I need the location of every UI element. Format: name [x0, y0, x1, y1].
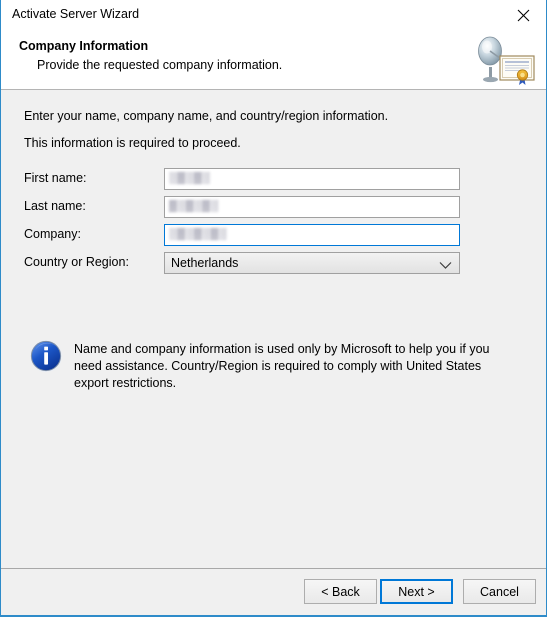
intro-text-1: Enter your name, company name, and count… — [24, 109, 389, 123]
wizard-body: Enter your name, company name, and count… — [1, 91, 546, 568]
page-subtitle: Provide the requested company informatio… — [37, 58, 283, 72]
country-dropdown[interactable]: Netherlands — [164, 252, 460, 274]
company-input[interactable]: ░▒░▒░▒░ — [164, 224, 460, 246]
intro-text-2: This information is required to proceed. — [24, 136, 241, 150]
back-button[interactable]: < Back — [304, 579, 377, 604]
title-bar: Activate Server Wizard — [1, 0, 546, 30]
satellite-dish-certificate-icon — [474, 34, 536, 86]
company-row: Company: ░▒░▒░▒░ — [24, 224, 524, 246]
wizard-footer: < Back Next > Cancel — [1, 568, 546, 615]
close-icon — [517, 9, 530, 22]
company-value: ░▒░▒░▒░ — [169, 228, 228, 240]
first-name-row: First name: ░▒░▒░ — [24, 168, 524, 190]
activate-server-wizard-window: Activate Server Wizard Company Informati… — [0, 0, 547, 617]
first-name-label: First name: — [24, 171, 87, 185]
last-name-input[interactable]: ▒░▒░▒░ — [164, 196, 460, 218]
last-name-value: ▒░▒░▒░ — [169, 200, 219, 212]
cancel-button[interactable]: Cancel — [463, 579, 536, 604]
last-name-label: Last name: — [24, 199, 86, 213]
country-label: Country or Region: — [24, 255, 129, 269]
next-button[interactable]: Next > — [380, 579, 453, 604]
country-selected-value: Netherlands — [171, 256, 239, 270]
last-name-row: Last name: ▒░▒░▒░ — [24, 196, 524, 218]
chevron-down-icon — [439, 259, 452, 273]
window-title: Activate Server Wizard — [12, 7, 140, 21]
first-name-input[interactable]: ░▒░▒░ — [164, 168, 460, 190]
company-label: Company: — [24, 227, 81, 241]
wizard-header: Company Information Provide the requeste… — [1, 30, 546, 90]
page-title: Company Information — [19, 39, 149, 53]
close-button[interactable] — [501, 0, 546, 30]
first-name-value: ░▒░▒░ — [169, 172, 211, 184]
info-icon — [29, 339, 63, 373]
country-row: Country or Region: Netherlands — [24, 252, 524, 274]
info-note-text: Name and company information is used onl… — [74, 342, 490, 390]
